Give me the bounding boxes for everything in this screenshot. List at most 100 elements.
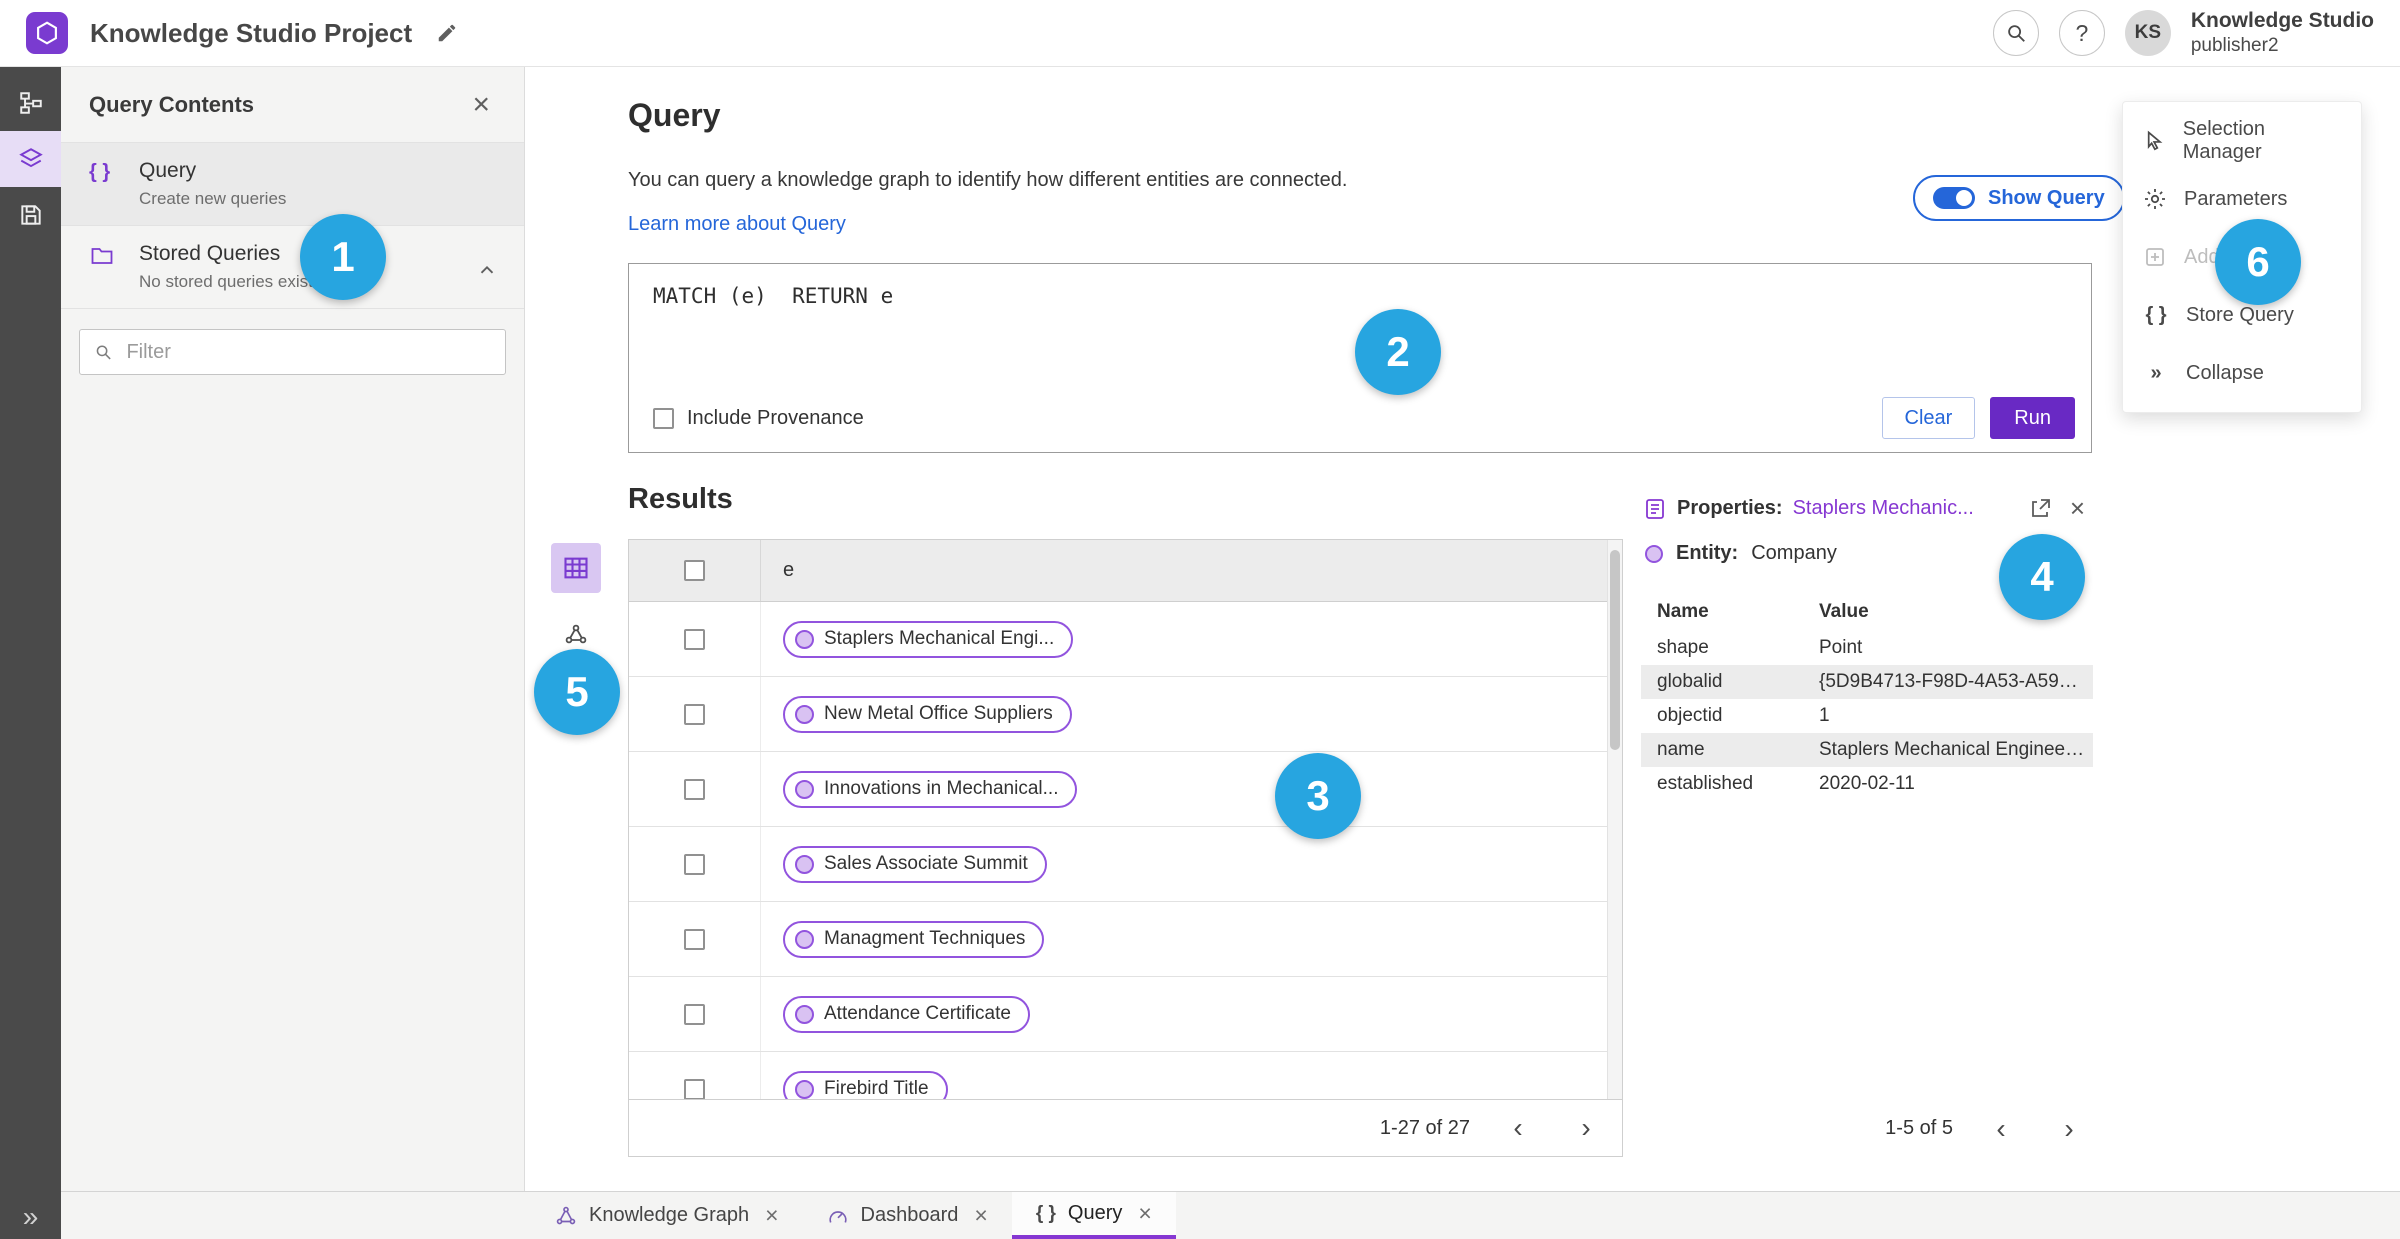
row-checkbox[interactable]: [684, 703, 705, 725]
entity-pill[interactable]: New Metal Office Suppliers: [783, 695, 1072, 733]
menu-item-parameters[interactable]: Parameters: [2123, 170, 2361, 228]
close-tab-icon[interactable]: ×: [1138, 1200, 1151, 1227]
sidebar-item-stored-queries[interactable]: Stored Queries No stored queries exist: [61, 226, 524, 309]
project-title: Knowledge Studio Project: [90, 17, 413, 48]
entity-pill[interactable]: Innovations in Mechanical...: [783, 770, 1078, 808]
properties-table: Name Value shape Point globalid {5D9B471…: [1641, 593, 2093, 801]
topbar: Knowledge Studio Project ? KS Knowledge …: [0, 0, 2400, 67]
results-next-page-button[interactable]: ›: [1566, 1108, 1606, 1148]
include-provenance-checkbox[interactable]: [653, 407, 674, 429]
braces-icon: { }: [1035, 1202, 1056, 1224]
pencil-icon: [438, 24, 456, 42]
entity-dot-icon: [795, 779, 814, 799]
chevron-up-icon: [480, 266, 494, 274]
menu-item-collapse[interactable]: » Collapse: [2123, 344, 2361, 402]
open-in-new-icon: [2031, 498, 2050, 517]
table-row: Attendance Certificate: [629, 977, 1622, 1052]
entity-pill[interactable]: Attendance Certificate: [783, 995, 1030, 1033]
properties-label: Properties:: [1677, 497, 1783, 519]
show-query-label: Show Query: [1988, 186, 2105, 209]
app-logo: [26, 12, 68, 54]
row-checkbox[interactable]: [684, 928, 705, 950]
row-checkbox[interactable]: [684, 1003, 705, 1025]
row-checkbox[interactable]: [684, 778, 705, 800]
scrollbar-thumb[interactable]: [1610, 550, 1620, 750]
query-text-input[interactable]: MATCH (e) RETURN e: [629, 264, 2091, 328]
filter-box: [79, 329, 506, 375]
collapse-stored-queries-button[interactable]: [476, 260, 498, 282]
include-provenance-label: Include Provenance: [687, 406, 864, 429]
help-button[interactable]: ?: [2058, 10, 2105, 56]
row-checkbox[interactable]: [684, 1078, 705, 1099]
row-checkbox[interactable]: [684, 628, 705, 650]
rail-item-layers[interactable]: [0, 131, 61, 187]
entity-pill[interactable]: Sales Associate Summit: [783, 845, 1047, 883]
annotation-badge-1: 1: [300, 214, 386, 300]
select-all-checkbox[interactable]: [684, 560, 705, 581]
menu-item-selection-manager[interactable]: Selection Manager: [2123, 112, 2361, 170]
rail-item-contents[interactable]: [0, 75, 61, 131]
close-tab-icon[interactable]: ×: [974, 1202, 987, 1229]
entity-pill[interactable]: Firebird Title: [783, 1070, 948, 1099]
bottom-tab-bar: Knowledge Graph × Dashboard × { } Query …: [61, 1191, 2400, 1239]
query-item-label: Query: [139, 159, 197, 182]
results-page-range: 1-27 of 27: [1379, 1116, 1470, 1139]
add-square-icon: [2146, 248, 2164, 266]
results-heading: Results: [628, 483, 733, 515]
entity-pill[interactable]: Managment Techniques: [783, 920, 1045, 958]
annotation-badge-2: 2: [1355, 309, 1441, 395]
entity-dot-icon: [795, 629, 814, 649]
page-title: Query: [628, 97, 721, 133]
properties-prev-page-button[interactable]: ‹: [1981, 1109, 2021, 1149]
search-button[interactable]: [1992, 10, 2039, 56]
edit-title-button[interactable]: [432, 18, 462, 48]
braces-icon: { }: [89, 161, 111, 183]
user-name: Knowledge Studio: [2190, 9, 2374, 32]
results-table-header: e: [629, 540, 1622, 602]
table-view-button[interactable]: [551, 543, 601, 593]
annotation-badge-3: 3: [1275, 753, 1361, 839]
learn-more-link[interactable]: Learn more about Query: [628, 213, 846, 236]
row-checkbox[interactable]: [684, 853, 705, 875]
properties-next-page-button[interactable]: ›: [2049, 1109, 2089, 1149]
entity-dot-icon: [795, 1004, 814, 1024]
layers-icon: [18, 148, 43, 168]
show-query-toggle[interactable]: Show Query: [1913, 175, 2125, 221]
stored-queries-sublabel: No stored queries exist: [139, 272, 313, 291]
table-row: Staplers Mechanical Engi...: [629, 602, 1622, 677]
panel-title: Query Contents: [89, 91, 255, 117]
entity-dot-icon: [795, 704, 814, 724]
properties-entity-link[interactable]: Staplers Mechanic...: [1793, 497, 1974, 520]
entity-type: Company: [1751, 542, 1837, 564]
expand-rail-button[interactable]: »: [0, 1201, 61, 1233]
main-content: Query You can query a knowledge graph to…: [525, 67, 2400, 1191]
question-mark-icon: ?: [2075, 19, 2089, 46]
stored-queries-label: Stored Queries: [139, 242, 281, 265]
entity-pill[interactable]: Staplers Mechanical Engi...: [783, 620, 1074, 658]
user-block: Knowledge Studio publisher2: [2191, 8, 2374, 58]
rail-item-save[interactable]: [0, 187, 61, 243]
folder-icon: [89, 242, 121, 292]
tab-knowledge-graph[interactable]: Knowledge Graph ×: [531, 1192, 803, 1239]
filter-input[interactable]: [124, 339, 491, 365]
results-prev-page-button[interactable]: ‹: [1498, 1108, 1538, 1148]
run-button[interactable]: Run: [1990, 397, 2075, 439]
hierarchy-icon: [19, 92, 42, 114]
tab-query[interactable]: { } Query ×: [1011, 1192, 1176, 1239]
properties-icon: [1646, 498, 1664, 519]
avatar[interactable]: KS: [2124, 10, 2171, 56]
clear-button[interactable]: Clear: [1881, 397, 1976, 439]
tab-dashboard[interactable]: Dashboard ×: [803, 1192, 1012, 1239]
open-in-new-button[interactable]: [2028, 497, 2052, 521]
query-item-sublabel: Create new queries: [139, 189, 287, 208]
close-tab-icon[interactable]: ×: [765, 1202, 778, 1229]
dashboard-icon: [828, 1210, 847, 1223]
property-row: name Staplers Mechanical Engineering: [1641, 733, 2093, 767]
sidebar-item-query[interactable]: { } Query Create new queries: [61, 143, 524, 226]
close-properties-button[interactable]: ×: [2070, 493, 2085, 524]
annotation-badge-5: 5: [534, 649, 620, 735]
close-panel-button[interactable]: ×: [466, 87, 496, 123]
knowledge-graph-icon: [556, 1206, 576, 1224]
entity-dot-icon: [1645, 544, 1663, 563]
property-row: objectid 1: [1657, 705, 1830, 726]
